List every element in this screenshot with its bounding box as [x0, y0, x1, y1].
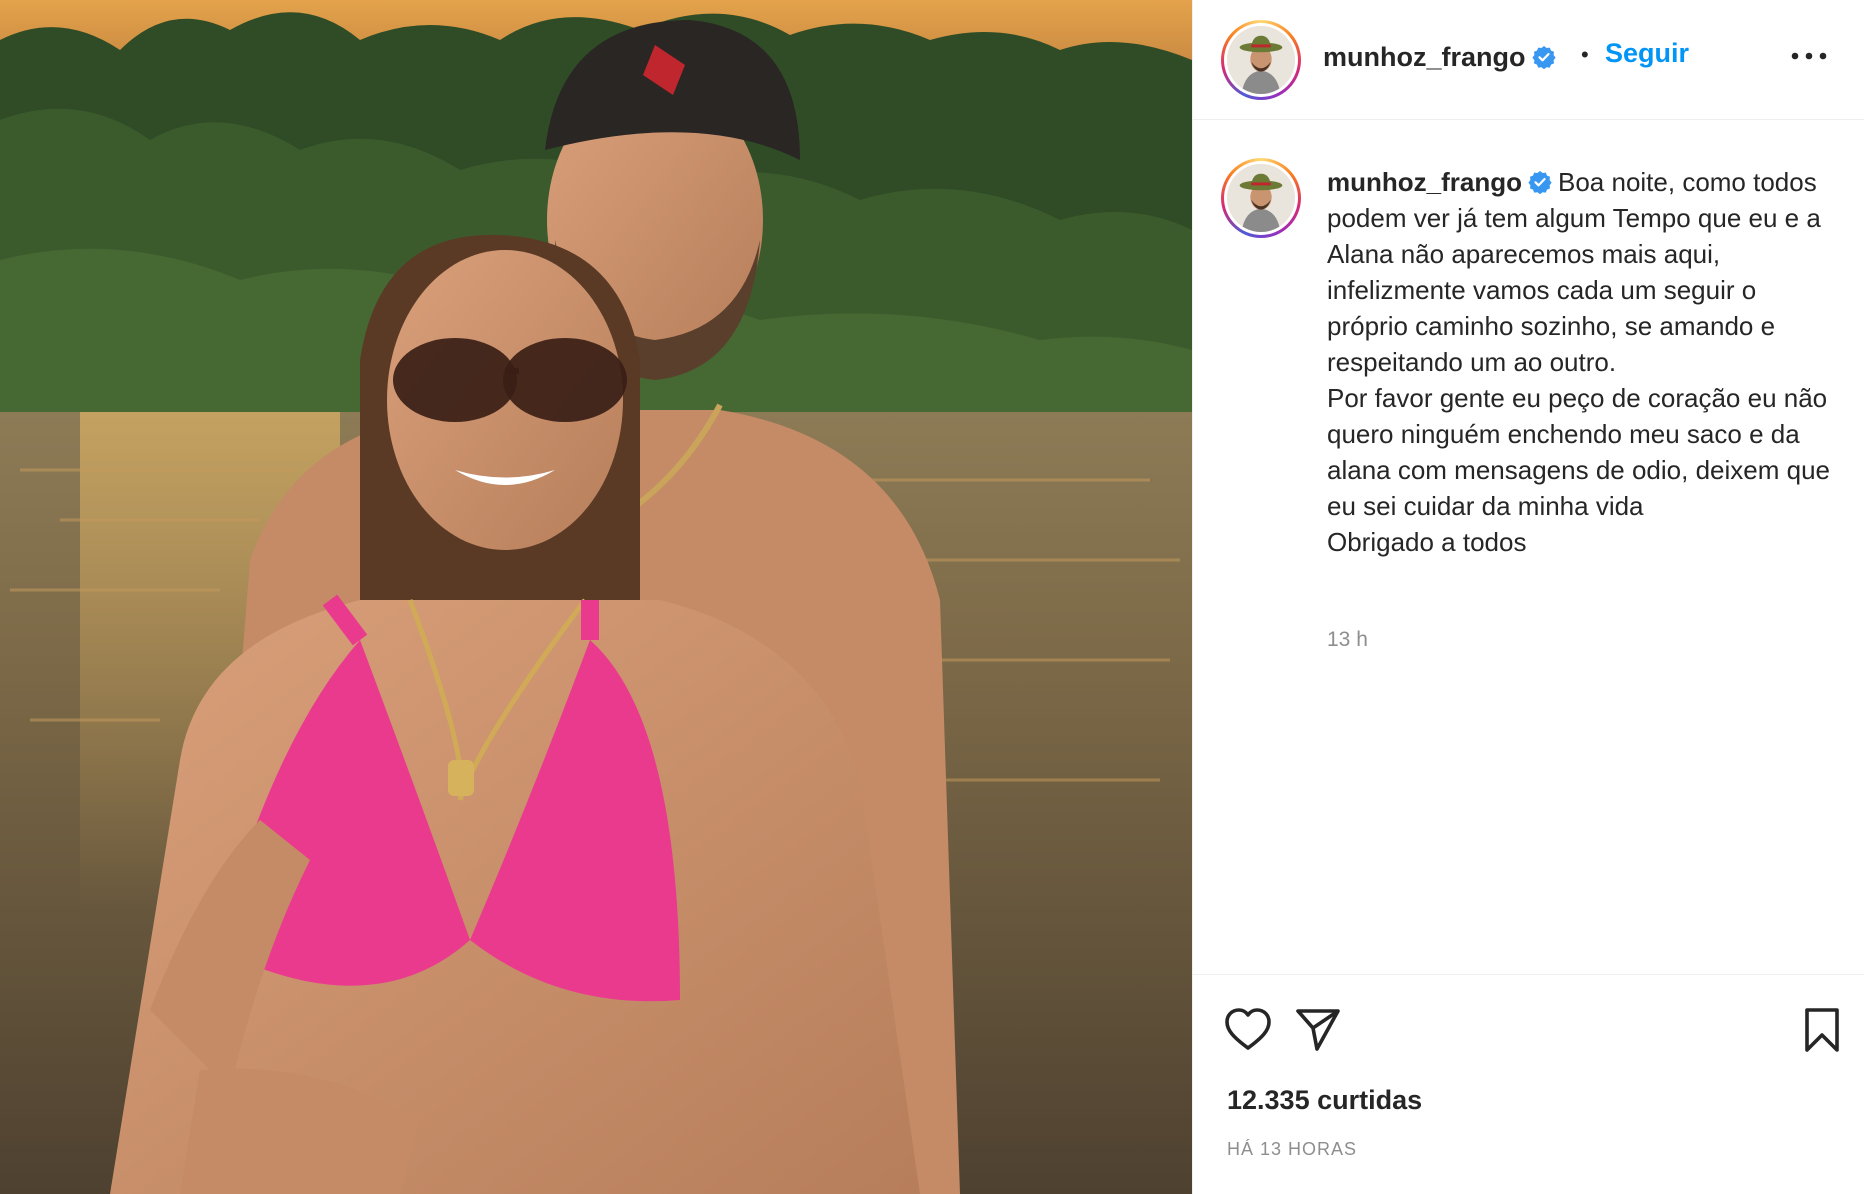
more-options-icon[interactable] [1787, 44, 1831, 68]
post-photo-illustration [0, 0, 1192, 1194]
header-username[interactable]: munhoz_frango [1323, 42, 1556, 73]
avatar-image [1227, 26, 1295, 94]
caption-username[interactable]: munhoz_frango [1327, 167, 1522, 197]
caption-section: munhoz_frango Boa noite, como todos pode… [1193, 120, 1864, 974]
caption-body: Boa noite, como todos podem ver já tem a… [1327, 167, 1830, 557]
actions-section: 12.335 curtidas HÁ 13 HORAS [1193, 974, 1864, 1194]
verified-badge-icon [1531, 46, 1556, 69]
follow-button[interactable]: Seguir [1605, 38, 1689, 69]
caption-verified-badge-icon [1528, 171, 1552, 194]
caption-timestamp[interactable]: 13 h [1327, 628, 1368, 652]
bookmark-icon[interactable] [1797, 1005, 1847, 1055]
heart-icon[interactable] [1223, 1005, 1273, 1055]
header-username-text[interactable]: munhoz_frango [1323, 42, 1526, 72]
post-photo[interactable] [0, 0, 1192, 1194]
caption-avatar-image [1227, 164, 1295, 232]
header-separator: • [1581, 42, 1589, 67]
caption-text-block: munhoz_frango Boa noite, como todos pode… [1327, 164, 1837, 560]
post-header: munhoz_frango • Seguir [1193, 0, 1864, 120]
caption-author-avatar[interactable] [1221, 158, 1301, 238]
post-sidebar: munhoz_frango • Seguir munhoz_frango Boa… [1192, 0, 1864, 1194]
author-avatar[interactable] [1221, 20, 1301, 100]
posted-ago[interactable]: HÁ 13 HORAS [1227, 1139, 1357, 1160]
paper-plane-icon[interactable] [1293, 1005, 1343, 1055]
likes-count[interactable]: 12.335 curtidas [1227, 1085, 1422, 1116]
